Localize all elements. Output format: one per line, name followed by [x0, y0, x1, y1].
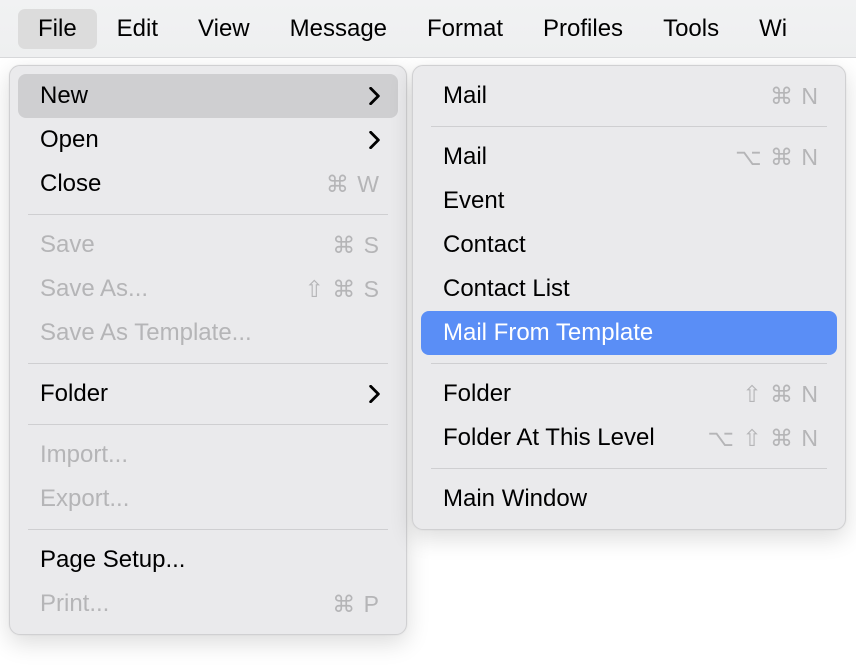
menu-item-label: Print... [40, 590, 332, 618]
menu-item-label: Close [40, 170, 326, 198]
file-menu-separator [28, 529, 388, 530]
new-submenu-item-event[interactable]: Event [421, 179, 837, 223]
menu-item-label: Folder [40, 380, 366, 408]
menu-item-label: Export... [40, 485, 380, 513]
new-submenu-panel: Mail⌘ NMail⌥ ⌘ NEventContactContact List… [412, 65, 846, 530]
menu-item-label: Contact List [443, 275, 819, 303]
new-submenu-item-folder-at-this-level[interactable]: Folder At This Level⌥ ⇧ ⌘ N [421, 416, 837, 460]
new-submenu-separator [431, 363, 827, 364]
new-submenu-item-main-window[interactable]: Main Window [421, 477, 837, 521]
menubar-item-label: View [198, 15, 250, 42]
menubar-item-label: File [38, 15, 77, 42]
menu-item-label: Page Setup... [40, 546, 380, 574]
file-menu-item-import: Import... [18, 433, 398, 477]
menu-item-label: Mail [443, 82, 770, 110]
file-menu-item-page-setup[interactable]: Page Setup... [18, 538, 398, 582]
menu-item-label: Main Window [443, 485, 819, 513]
new-submenu-item-contact[interactable]: Contact [421, 223, 837, 267]
menu-item-shortcut: ⇧ ⌘ S [305, 276, 380, 303]
menu-item-label: Mail [443, 143, 735, 171]
file-menu-item-folder[interactable]: Folder [18, 372, 398, 416]
chevron-right-icon [366, 87, 380, 105]
file-menu-separator [28, 363, 388, 364]
file-menu-item-save: Save⌘ S [18, 223, 398, 267]
menubar-item-label: Profiles [543, 15, 623, 42]
menubar: File Edit View Message Format Profiles Tools Wi [0, 0, 856, 58]
menubar-item-label: Edit [117, 15, 158, 42]
new-submenu-item-folder[interactable]: Folder⇧ ⌘ N [421, 372, 837, 416]
file-menu-item-print: Print...⌘ P [18, 582, 398, 626]
menu-item-shortcut: ⇧ ⌘ N [742, 381, 819, 408]
menu-item-label: Save [40, 231, 332, 259]
file-menu-item-new[interactable]: New [18, 74, 398, 118]
file-menu-item-export: Export... [18, 477, 398, 521]
file-menu-panel: NewOpenClose⌘ WSave⌘ SSave As...⇧ ⌘ SSav… [9, 65, 407, 635]
menubar-item-profiles[interactable]: Profiles [523, 9, 643, 49]
menu-item-shortcut: ⌘ S [332, 232, 380, 259]
new-submenu-item-contact-list[interactable]: Contact List [421, 267, 837, 311]
new-submenu-item-mail[interactable]: Mail⌘ N [421, 74, 837, 118]
menu-item-shortcut: ⌘ N [770, 83, 819, 110]
chevron-right-icon [366, 385, 380, 403]
menu-item-shortcut: ⌘ P [332, 591, 380, 618]
menu-item-label: Contact [443, 231, 819, 259]
new-submenu-separator [431, 468, 827, 469]
menubar-item-tools[interactable]: Tools [643, 9, 739, 49]
new-submenu-item-mail-from-template[interactable]: Mail From Template [421, 311, 837, 355]
menu-item-label: New [40, 82, 366, 110]
new-submenu-item-mail[interactable]: Mail⌥ ⌘ N [421, 135, 837, 179]
menu-item-label: Open [40, 126, 366, 154]
file-menu-item-save-as-template: Save As Template... [18, 311, 398, 355]
menubar-item-wi[interactable]: Wi [739, 9, 807, 49]
menu-item-label: Save As Template... [40, 319, 380, 347]
menubar-item-label: Tools [663, 15, 719, 42]
menu-item-label: Save As... [40, 275, 305, 303]
menubar-item-file[interactable]: File [18, 9, 97, 49]
menu-item-shortcut: ⌥ ⌘ N [735, 144, 819, 171]
menu-item-label: Import... [40, 441, 380, 469]
chevron-right-icon [366, 131, 380, 149]
menu-item-label: Event [443, 187, 819, 215]
file-menu-item-open[interactable]: Open [18, 118, 398, 162]
menubar-item-label: Format [427, 15, 503, 42]
menubar-item-label: Message [290, 15, 387, 42]
menubar-item-edit[interactable]: Edit [97, 9, 178, 49]
menubar-item-format[interactable]: Format [407, 9, 523, 49]
file-menu-item-save-as: Save As...⇧ ⌘ S [18, 267, 398, 311]
file-menu-separator [28, 214, 388, 215]
menu-item-label: Folder At This Level [443, 424, 707, 452]
menubar-item-message[interactable]: Message [270, 9, 407, 49]
menu-item-shortcut: ⌥ ⇧ ⌘ N [707, 425, 819, 452]
file-menu-separator [28, 424, 388, 425]
menubar-item-label: Wi [759, 15, 787, 42]
menu-item-shortcut: ⌘ W [326, 171, 380, 198]
file-menu-item-close[interactable]: Close⌘ W [18, 162, 398, 206]
menu-item-label: Mail From Template [443, 319, 819, 347]
menu-item-label: Folder [443, 380, 742, 408]
menubar-item-view[interactable]: View [178, 9, 270, 49]
new-submenu-separator [431, 126, 827, 127]
